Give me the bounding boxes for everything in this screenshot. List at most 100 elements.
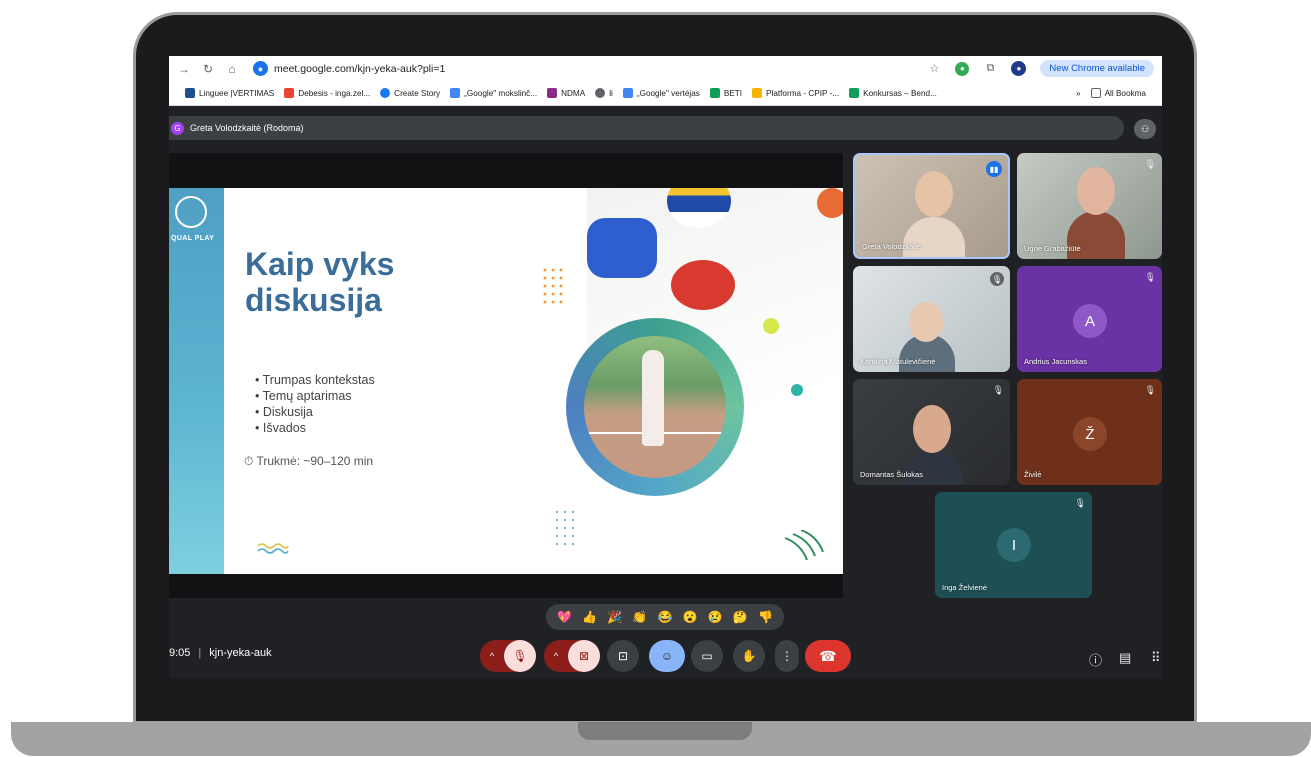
reaction-laugh[interactable]: 😂	[656, 608, 674, 626]
linguee-icon	[185, 88, 195, 98]
profile-avatar-icon[interactable]: ●	[1011, 61, 1027, 76]
extensions-puzzle-icon[interactable]: ⧉	[983, 62, 997, 76]
slide-bullets: Trumpas kontekstas Temų aptarimas Diskus…	[255, 372, 375, 436]
bookmark-scholar[interactable]: „Google" mokslinč...	[450, 88, 537, 98]
teal-dots-decoration	[553, 508, 579, 548]
reaction-thumbs-up[interactable]: 👍	[581, 608, 599, 626]
presenter-label: Greta Volodzkaitė (Rodoma)	[190, 123, 304, 133]
laptop-notch	[578, 722, 752, 740]
presenter-avatar: G	[171, 121, 184, 135]
participant-tile[interactable]: I 🎙 Inga Želvienė	[935, 492, 1092, 598]
bookmark-beti[interactable]: BETI	[709, 88, 742, 98]
mic-control: ^ 🎙	[480, 640, 536, 672]
emoji-icon: ☺	[660, 649, 674, 663]
participant-name: Ugnė Grabažiūtė	[1024, 244, 1081, 253]
slide-bullet: Išvados	[255, 420, 375, 436]
bookmark-star-icon[interactable]: ☆	[927, 62, 941, 76]
bookmarks-right: » All Bookma	[1076, 88, 1146, 98]
bookmark-ndma[interactable]: NDMA	[547, 88, 585, 98]
raise-hand-button[interactable]: ✋	[733, 640, 765, 672]
tennis-player-figure	[642, 350, 664, 446]
reaction-party[interactable]: 🎉	[606, 608, 624, 626]
forward-icon[interactable]: →	[177, 62, 191, 76]
participant-tile[interactable]: ▮▮ Greta Volodzkaitė	[853, 153, 1010, 259]
present-icon: ⊡	[617, 649, 629, 663]
participant-name: Andrius Jacunskas	[1024, 357, 1087, 366]
bookmark-konkursas[interactable]: Konkursas – Bend...	[849, 88, 937, 98]
captions-icon: ▭	[701, 649, 713, 663]
more-vert-icon: ⋮	[781, 649, 793, 663]
platforma-icon	[752, 88, 763, 98]
konkursas-icon	[849, 88, 860, 98]
meeting-time: 9:05	[169, 647, 191, 659]
more-options-button[interactable]: ⋮	[775, 640, 799, 672]
microphone-icon: ●	[253, 61, 268, 76]
bookmark-li[interactable]: li	[595, 88, 613, 98]
bookmark-linguee[interactable]: Linguee |VERTIMAS	[185, 88, 274, 98]
participant-tile[interactable]: Ž 🎙 Živilė	[1017, 379, 1162, 485]
meeting-details-icon[interactable]: ⓘ	[1089, 650, 1102, 669]
reload-icon[interactable]: ↻	[201, 62, 215, 76]
update-chip[interactable]: New Chrome available	[1040, 60, 1154, 77]
home-icon[interactable]: ⌂	[225, 62, 239, 76]
slide-side-strip: QUAL PLAY	[169, 188, 224, 574]
toolbar-actions: ☆ ● ⧉ ● New Chrome available	[927, 60, 1154, 77]
bookmark-gmail[interactable]: Debesis - inga.zel...	[284, 88, 370, 98]
bookmark-create-story[interactable]: Create Story	[380, 88, 440, 98]
participant-tile[interactable]: 🎙 Ugnė Grabažiūtė	[1017, 153, 1162, 259]
all-bookmarks-button[interactable]: All Bookma	[1090, 88, 1146, 98]
translate-icon	[622, 88, 633, 98]
volleyball-image	[667, 188, 731, 228]
present-screen-button[interactable]: ⊡	[607, 640, 639, 672]
reaction-heart[interactable]: 💖	[556, 608, 574, 626]
reaction-sad[interactable]: 😢	[706, 608, 724, 626]
presentation-header: G Greta Volodzkaitė (Rodoma)	[169, 116, 1124, 140]
person-figure	[915, 171, 953, 217]
bookmark-platforma[interactable]: Platforma - CPIP -...	[752, 88, 839, 98]
person-figure	[903, 449, 963, 485]
reactions-bar: 💖 👍 🎉 👏 😂 😮 😢 🤔 👎	[546, 604, 784, 630]
apps-grid-icon[interactable]: ⠿	[1151, 650, 1161, 666]
reaction-thumbs-down[interactable]: 👎	[756, 608, 774, 626]
camera-control: ^ ⊠	[544, 640, 600, 672]
end-call-button[interactable]: ☎	[805, 640, 851, 672]
participant-tile[interactable]: 🎙 Domantas Šulokas	[853, 379, 1010, 485]
ball-image	[817, 188, 843, 218]
slide-bullet: Trumpas kontekstas	[255, 372, 375, 388]
scholar-icon	[450, 88, 461, 98]
people-layout-icon[interactable]: ⚇	[1134, 119, 1156, 139]
address-bar[interactable]: ● meet.google.com/kjn-yeka-auk?pli=1	[253, 61, 445, 76]
logo-text: QUAL PLAY	[171, 235, 215, 242]
person-figure	[1077, 167, 1115, 215]
wave-decoration	[257, 543, 289, 554]
reaction-surprised[interactable]: 😮	[681, 608, 699, 626]
participant-avatar: I	[997, 528, 1031, 562]
slide-bullet: Diskusija	[255, 404, 375, 420]
reaction-clap[interactable]: 👏	[631, 608, 649, 626]
camera-off-button[interactable]: ⊠	[568, 640, 600, 672]
browser-toolbar: → ↻ ⌂ ● meet.google.com/kjn-yeka-auk?pli…	[169, 56, 1162, 81]
mic-off-icon: 🎙	[1144, 385, 1156, 395]
facebook-icon	[380, 88, 391, 98]
presentation-slide: QUAL PLAY Kaip vyks diskusija Trumpas ko…	[169, 188, 843, 574]
reaction-thinking[interactable]: 🤔	[731, 608, 749, 626]
participant-tile[interactable]: 🎙 Karolina Matulevičienė	[853, 266, 1010, 372]
url-text: meet.google.com/kjn-yeka-auk?pli=1	[274, 62, 446, 75]
folder-icon	[1090, 88, 1101, 98]
info-separator: |	[198, 647, 202, 659]
bookmark-translate[interactable]: „Google" vertėjas	[622, 88, 700, 98]
slide-bullet: Temų aptarimas	[255, 388, 375, 404]
participant-tile[interactable]: A 🎙 Andrius Jacunskas	[1017, 266, 1162, 372]
participant-name: Živilė	[1024, 470, 1042, 479]
reactions-button[interactable]: ☺	[649, 640, 685, 672]
video-options-button[interactable]: ^	[544, 651, 568, 661]
bookmarks-overflow-button[interactable]: »	[1076, 89, 1081, 98]
audio-options-button[interactable]: ^	[480, 651, 504, 661]
chat-icon[interactable]: ▤	[1119, 650, 1131, 666]
beti-icon	[709, 88, 720, 98]
captions-button[interactable]: ▭	[691, 640, 723, 672]
mic-off-icon: 🎙	[990, 272, 1004, 286]
extension-icon[interactable]: ●	[955, 61, 970, 76]
meeting-code: kjn-yeka-auk	[209, 647, 272, 659]
mic-off-button[interactable]: 🎙	[504, 640, 536, 672]
